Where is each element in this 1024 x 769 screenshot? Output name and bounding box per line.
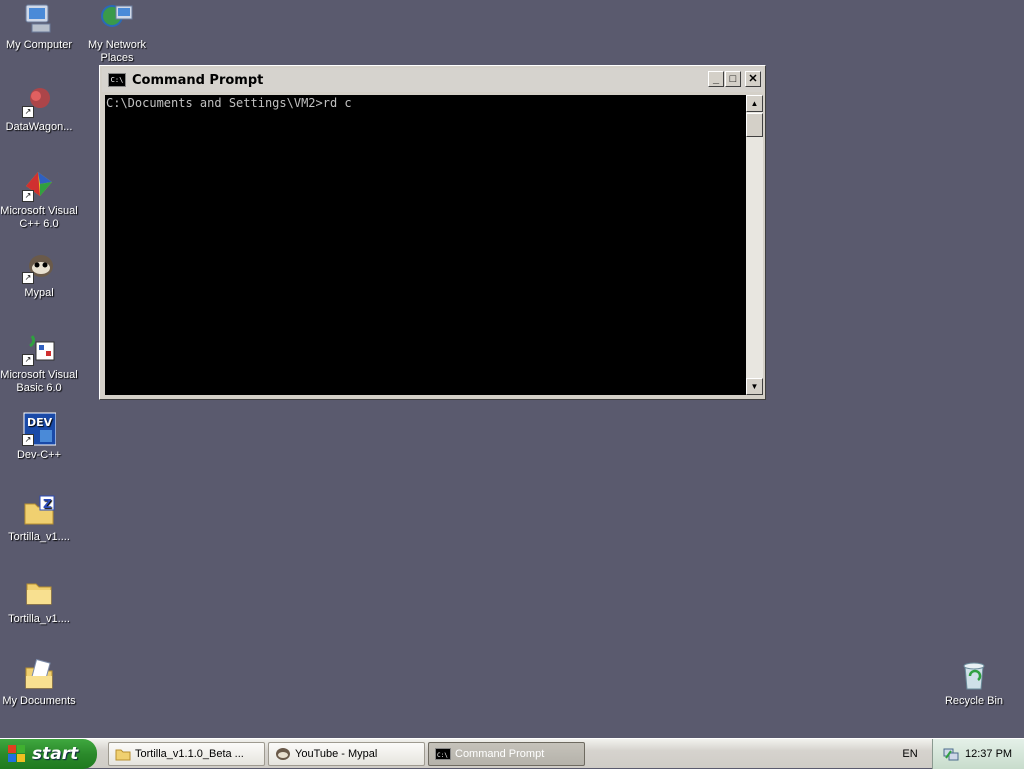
network-places-icon — [100, 2, 134, 36]
vertical-scrollbar[interactable]: ▲ ▼ — [746, 95, 763, 395]
datawagon-icon: ↗ — [22, 84, 56, 118]
folder-icon — [115, 747, 131, 761]
close-button[interactable]: ✕ — [745, 71, 761, 87]
desktop-icon-recycle-bin[interactable]: Recycle Bin — [935, 658, 1013, 708]
desktop-icon-label: Recycle Bin — [944, 695, 1004, 707]
maximize-button[interactable]: □ — [725, 71, 741, 87]
language-indicator[interactable]: EN — [896, 739, 924, 769]
shortcut-arrow-icon: ↗ — [22, 190, 34, 202]
scroll-up-button[interactable]: ▲ — [746, 95, 763, 112]
taskbar-button-label: Tortilla_v1.1.0_Beta ... — [135, 748, 244, 760]
desktop-icon-label: My Network Places — [87, 39, 147, 64]
desktop-icon-label: Dev-C++ — [16, 449, 62, 461]
taskbar: start Tortilla_v1.1.0_Beta ... YouTube -… — [0, 738, 1024, 769]
command-prompt-window[interactable]: C:\ Command Prompt _ □ ✕ C:\Documents an… — [99, 65, 766, 400]
scroll-thumb[interactable] — [746, 113, 763, 137]
cmd-icon[interactable]: C:\ — [108, 73, 126, 87]
desktop-icon-label: My Documents — [2, 695, 76, 707]
taskbar-button-label: YouTube - Mypal — [295, 748, 378, 760]
system-tray: 12:37 PM — [932, 739, 1024, 769]
start-button[interactable]: start — [0, 739, 97, 769]
zip-folder-icon: Z — [22, 494, 56, 528]
desktop-icon-tortilla-zip[interactable]: Z Tortilla_v1.... — [0, 494, 78, 544]
network-tray-icon[interactable] — [943, 746, 959, 762]
title-bar[interactable]: C:\ Command Prompt _ □ ✕ — [102, 68, 763, 92]
desktop-icon-label: Microsoft Visual Basic 6.0 — [0, 369, 78, 394]
desktop-icon-label: Tortilla_v1.... — [8, 531, 70, 543]
svg-text:DEV: DEV — [27, 416, 53, 429]
desktop-icon-label: Mypal — [24, 287, 54, 299]
desktop-icon-label: DataWagon... — [5, 121, 73, 133]
window-controls: _ □ ✕ — [708, 71, 761, 87]
taskbar-button-command-prompt[interactable]: C:\ Command Prompt — [428, 742, 585, 766]
recycle-bin-icon — [957, 658, 991, 692]
mypal-icon: ↗ — [22, 250, 56, 284]
svg-text:Z: Z — [43, 497, 52, 511]
taskbar-button-tortilla[interactable]: Tortilla_v1.1.0_Beta ... — [108, 742, 265, 766]
desktop-icon-my-computer[interactable]: My Computer — [0, 2, 78, 52]
desktop-icon-visual-cpp[interactable]: ↗ Microsoft Visual C++ 6.0 — [0, 168, 78, 231]
shortcut-arrow-icon: ↗ — [22, 106, 34, 118]
desktop-icon-devcpp[interactable]: DEV ↗ Dev-C++ — [0, 412, 78, 462]
scroll-down-button[interactable]: ▼ — [746, 378, 763, 395]
svg-text:C:\: C:\ — [437, 752, 448, 759]
taskbar-button-mypal[interactable]: YouTube - Mypal — [268, 742, 425, 766]
devcpp-icon: DEV ↗ — [22, 412, 57, 446]
desktop-icon-datawagon[interactable]: ↗ DataWagon... — [0, 84, 78, 134]
desktop-icon-mypal[interactable]: ↗ Mypal — [0, 250, 78, 300]
console-output[interactable]: C:\Documents and Settings\VM2>rd c — [105, 95, 746, 395]
mypal-icon — [275, 747, 291, 761]
desktop-icon-label: My Computer — [5, 39, 73, 51]
desktop-icon-my-documents[interactable]: My Documents — [0, 658, 78, 708]
desktop-icon-my-network-places[interactable]: My Network Places — [78, 2, 156, 65]
cmd-icon: C:\ — [435, 747, 451, 761]
clock[interactable]: 12:37 PM — [965, 748, 1012, 760]
desktop-icon-label: Microsoft Visual C++ 6.0 — [0, 205, 78, 230]
desktop-icon-tortilla-folder[interactable]: Tortilla_v1.... — [0, 576, 78, 626]
shortcut-arrow-icon: ↗ — [22, 272, 34, 284]
my-documents-icon — [22, 658, 56, 692]
window-title: Command Prompt — [132, 72, 264, 88]
desktop-icon-label: Tortilla_v1.... — [8, 613, 70, 625]
minimize-button[interactable]: _ — [708, 71, 724, 87]
visual-cpp-icon: ↗ — [22, 168, 56, 202]
start-label: start — [32, 744, 79, 764]
visual-basic-icon: ↗ — [22, 332, 56, 366]
windows-flag-icon — [8, 745, 26, 763]
folder-icon — [22, 576, 56, 610]
desktop-icon-visual-basic[interactable]: ↗ Microsoft Visual Basic 6.0 — [0, 332, 78, 395]
shortcut-arrow-icon: ↗ — [22, 354, 34, 366]
my-computer-icon — [22, 2, 56, 36]
shortcut-arrow-icon: ↗ — [22, 434, 34, 446]
taskbar-button-label: Command Prompt — [455, 748, 545, 760]
